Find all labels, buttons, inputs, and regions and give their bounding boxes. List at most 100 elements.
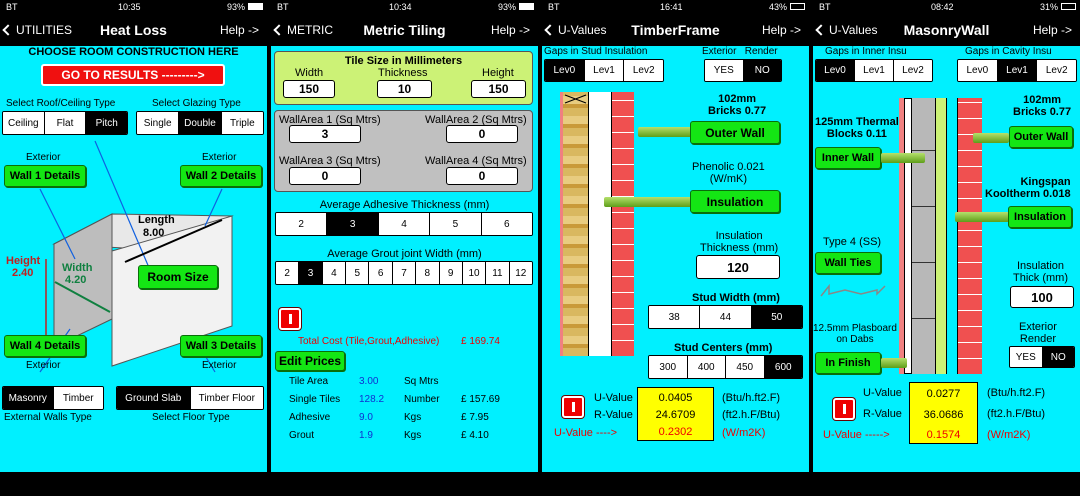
stud-width-option-38[interactable]: 38 (649, 306, 701, 328)
info-button[interactable] (833, 398, 855, 420)
insulation-button[interactable]: Insulation (1008, 206, 1072, 228)
help-button[interactable]: Help -> (220, 23, 259, 37)
roof-option-flat[interactable]: Flat (44, 112, 87, 134)
adhesive-option-2[interactable]: 2 (276, 213, 328, 235)
status-bar: BT 10:35 93% (0, 0, 267, 14)
u-value-metric-label: U-Value ----> (554, 427, 618, 439)
outer-wall-button[interactable]: Outer Wall (1009, 126, 1073, 148)
edit-prices-button[interactable]: Edit Prices (275, 351, 345, 371)
r-value-label: R-Value (594, 409, 633, 421)
info-button[interactable] (562, 396, 584, 418)
render-selector: YES NO (704, 59, 782, 82)
grout-option-10[interactable]: 10 (462, 262, 487, 284)
walls-option-masonry[interactable]: Masonry (3, 387, 54, 409)
insulation-button[interactable]: Insulation (690, 190, 780, 213)
in-finish-button[interactable]: In Finish (815, 352, 881, 374)
carrier: BT (819, 2, 831, 12)
insulation-thick-input[interactable]: 100 (1010, 286, 1074, 308)
adhesive-option-5[interactable]: 5 (430, 213, 482, 235)
grout-option-5[interactable]: 5 (346, 262, 370, 284)
gap-option-lev0[interactable]: Lev0 (545, 60, 585, 81)
battery-percent: 93% (226, 2, 245, 12)
adhesive-option-4[interactable]: 4 (378, 213, 431, 235)
inner-gap-option-lev0[interactable]: Lev0 (816, 60, 855, 81)
inner-gaps-label: Gaps in Inner Insu (825, 46, 907, 57)
floor-option-ground-slab[interactable]: Ground Slab (117, 387, 191, 409)
inner-gaps-selector: Lev0 Lev1 Lev2 (815, 59, 933, 82)
go-to-results-button[interactable]: GO TO RESULTS ---------> (41, 64, 225, 86)
status-bar: BT 10:34 93% (271, 0, 538, 14)
stud-width-label: Stud Width (mm) (692, 292, 780, 304)
roof-option-pitch[interactable]: Pitch (86, 112, 127, 134)
render-selector: YES NO (1009, 346, 1075, 368)
walls-option-timber[interactable]: Timber (53, 387, 103, 409)
cavity-gap-option-lev1[interactable]: Lev1 (997, 60, 1038, 81)
wall-area-1-input[interactable]: 3 (289, 125, 361, 143)
wall-area-2-input[interactable]: 0 (446, 125, 518, 143)
back-button[interactable]: U-Values (544, 23, 606, 37)
grout-option-11[interactable]: 11 (486, 262, 510, 284)
kingspan-label: Kingspan Kooltherm 0.018 (985, 176, 1071, 200)
tile-width-input[interactable]: 150 (283, 80, 335, 98)
roof-option-ceiling[interactable]: Ceiling (3, 112, 45, 134)
render-option-no[interactable]: NO (1042, 347, 1074, 367)
stud-width-option-44[interactable]: 44 (700, 306, 752, 328)
inner-gap-option-lev2[interactable]: Lev2 (894, 60, 932, 81)
wall-area-panel: WallArea 1 (Sq Mtrs) WallArea 2 (Sq Mtrs… (274, 110, 533, 192)
cavity-gap-option-lev2[interactable]: Lev2 (1037, 60, 1076, 81)
inner-gap-option-lev1[interactable]: Lev1 (855, 60, 894, 81)
outer-wall-button[interactable]: Outer Wall (690, 121, 780, 144)
info-button[interactable] (279, 308, 301, 330)
wall-3-details-button[interactable]: Wall 3 Details (180, 335, 262, 357)
stud-width-option-50[interactable]: 50 (751, 306, 802, 328)
grout-option-6[interactable]: 6 (369, 262, 393, 284)
wall-ties-button[interactable]: Wall Ties (815, 252, 881, 274)
room-size-button[interactable]: Room Size (138, 265, 218, 289)
back-button[interactable]: METRIC (273, 23, 333, 37)
wall-4-details-button[interactable]: Wall 4 Details (4, 335, 86, 357)
glazing-option-triple[interactable]: Triple (221, 112, 263, 134)
clock: 16:41 (660, 2, 683, 12)
help-button[interactable]: Help -> (1033, 23, 1072, 37)
stud-centers-option-450[interactable]: 450 (726, 356, 765, 378)
grout-option-12[interactable]: 12 (509, 262, 532, 284)
grout-option-3[interactable]: 3 (299, 262, 323, 284)
tile-thickness-input[interactable]: 10 (377, 80, 432, 98)
outer-wall-arrow (973, 133, 1009, 143)
glazing-option-single[interactable]: Single (137, 112, 180, 134)
grout-option-2[interactable]: 2 (276, 262, 300, 284)
adhesive-option-6[interactable]: 6 (481, 213, 532, 235)
wall-area-4-input[interactable]: 0 (446, 167, 518, 185)
insulation-thickness-input[interactable]: 120 (696, 255, 780, 279)
render-option-yes[interactable]: YES (1010, 347, 1043, 367)
gaps-label: Gaps in Stud Insulation (544, 46, 648, 57)
wall-area-3-input[interactable]: 0 (289, 167, 361, 185)
stud-centers-option-300[interactable]: 300 (649, 356, 688, 378)
grout-option-4[interactable]: 4 (322, 262, 347, 284)
tile-height-input[interactable]: 150 (471, 80, 526, 98)
grout-option-7[interactable]: 7 (392, 262, 417, 284)
grout-option-8[interactable]: 8 (416, 262, 440, 284)
nav-bar: UTILITIES Heat Loss Help -> (0, 14, 267, 46)
help-button[interactable]: Help -> (762, 23, 801, 37)
back-button[interactable]: U-Values (815, 23, 877, 37)
floor-option-timber-floor[interactable]: Timber Floor (190, 387, 263, 409)
glazing-option-double[interactable]: Double (179, 112, 222, 134)
render-option-no[interactable]: NO (743, 60, 781, 81)
inner-wall-button[interactable]: Inner Wall (815, 147, 881, 169)
grout-option-9[interactable]: 9 (439, 262, 463, 284)
timber-frame-content: Gaps in Stud Insulation Lev0 Lev1 Lev2 Ext… (542, 46, 809, 472)
help-button[interactable]: Help -> (491, 23, 530, 37)
back-button[interactable]: UTILITIES (2, 23, 72, 37)
adhesive-option-3[interactable]: 3 (327, 213, 379, 235)
battery-icon (248, 3, 263, 10)
grout-width-selector: 2 3 4 5 6 7 8 9 10 11 12 (275, 261, 533, 285)
gap-option-lev2[interactable]: Lev2 (624, 60, 663, 81)
grout-label: Average Grout joint Width (mm) (327, 248, 482, 260)
gap-option-lev1[interactable]: Lev1 (584, 60, 625, 81)
cavity-gap-option-lev0[interactable]: Lev0 (958, 60, 998, 81)
render-option-yes[interactable]: YES (705, 60, 744, 81)
stud-centers-option-600[interactable]: 600 (764, 356, 802, 378)
insulation-thickness-label: Insulation Thickness (mm) (700, 230, 779, 254)
stud-centers-option-400[interactable]: 400 (687, 356, 726, 378)
